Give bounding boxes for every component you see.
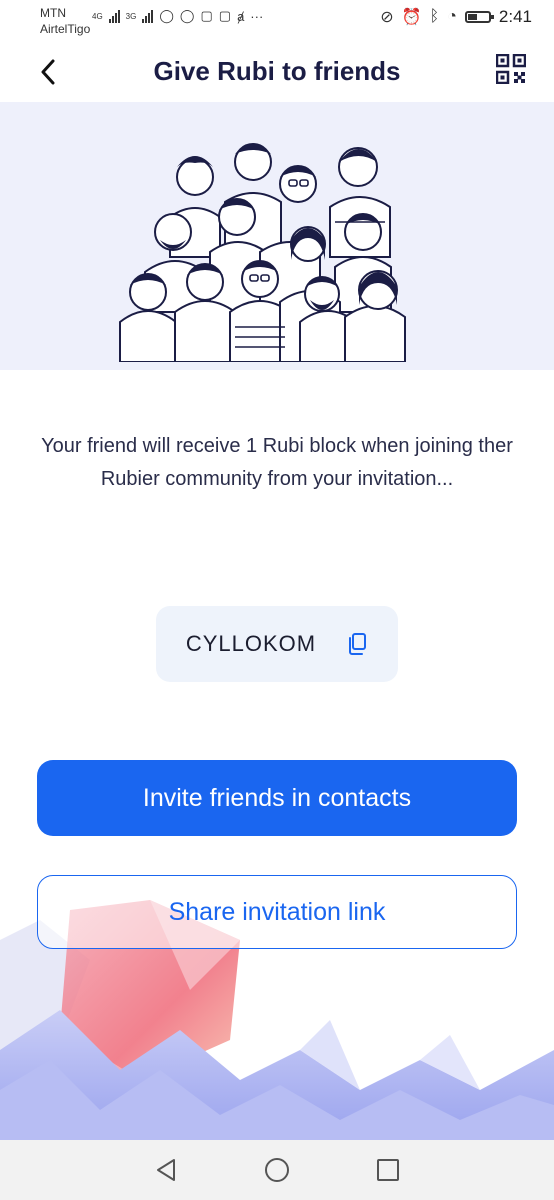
page-title: Give Rubi to friends: [153, 56, 401, 86]
carrier-2: AirtelTigo: [40, 22, 91, 36]
nav-back-button[interactable]: [151, 1155, 181, 1185]
more-icon: ···: [250, 8, 264, 24]
invite-code-box: CYLLOKOM: [156, 606, 398, 682]
qr-code-button[interactable]: [495, 53, 527, 85]
group-of-people-illustration: [119, 143, 406, 362]
carrier-labels: MTN AirtelTigo: [40, 5, 90, 37]
signal-icon: [108, 9, 120, 23]
status-bar: MTN AirtelTigo 4G 3G ◯ ◯ ▢ ▢ ⱥ ··· ⊘ ⏰ ᛒ…: [0, 0, 554, 42]
share-link-button[interactable]: Share invitation link: [37, 875, 517, 949]
signal-2-icon: [142, 9, 154, 23]
status-icons-right: ⊘ ⏰ ᛒ ◔ 2:41: [380, 7, 532, 27]
alarm-icon: ⏰: [401, 9, 422, 26]
status-icons-left: 4G 3G ◯ ◯ ▢ ▢ ⱥ ···: [92, 8, 263, 24]
invite-contacts-button[interactable]: Invite friends in contacts: [37, 760, 517, 836]
data-icon: ⊘: [380, 9, 394, 26]
speed-icon: ◔: [447, 8, 457, 25]
triangle-back-icon: [156, 1159, 175, 1181]
circle-home-icon: [264, 1158, 289, 1182]
bluetooth-icon: ᛒ: [429, 8, 440, 25]
whatsapp-icon: ◯: [159, 8, 174, 23]
nav-home-button[interactable]: [262, 1155, 292, 1185]
hero-banner: [0, 102, 554, 370]
app-header: Give Rubi to friends: [0, 42, 554, 102]
status-time: 2:41: [498, 7, 532, 26]
translate-icon: ⱥ: [237, 8, 245, 24]
whatsapp-2-icon: ◯: [179, 8, 195, 23]
battery-icon: [464, 11, 494, 23]
qr-code-icon: [495, 53, 527, 85]
system-nav-bar: [0, 1140, 554, 1200]
invite-code: CYLLOKOM: [185, 631, 317, 656]
instagram-2-icon: ▢: [218, 8, 232, 23]
instagram-icon: ▢: [200, 8, 213, 23]
copy-code-button[interactable]: [346, 632, 368, 656]
carrier-1: MTN: [40, 6, 66, 20]
nav-recents-button[interactable]: [373, 1155, 403, 1185]
network-1-label: 4G: [92, 11, 103, 21]
copy-icon: [349, 633, 367, 655]
invite-description: Your friend will receive 1 Rubi block wh…: [41, 435, 513, 490]
square-recents-icon: [377, 1159, 400, 1181]
network-2-label: 3G: [125, 11, 137, 21]
